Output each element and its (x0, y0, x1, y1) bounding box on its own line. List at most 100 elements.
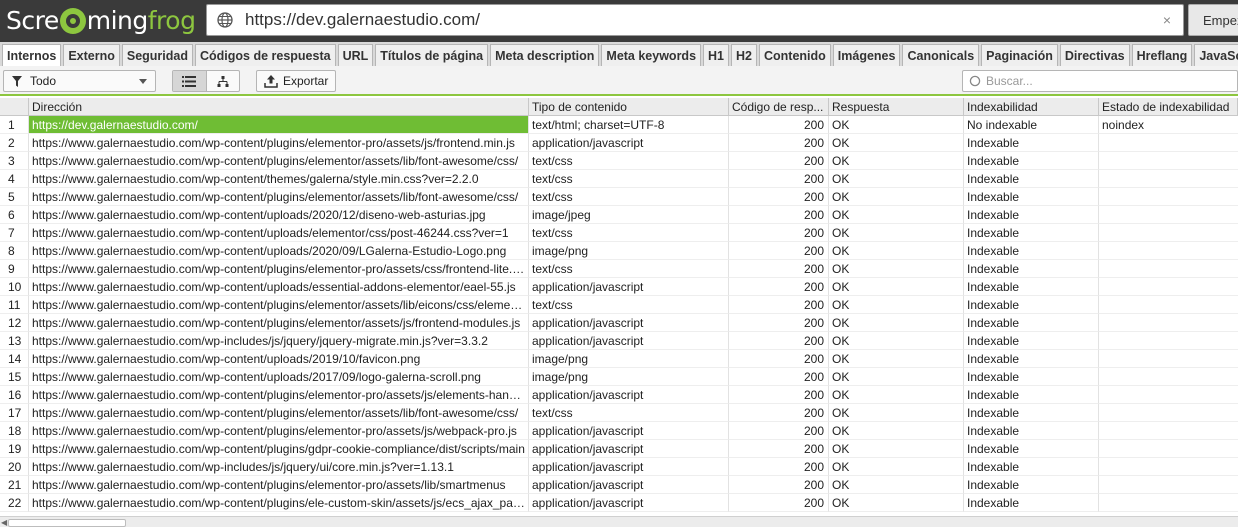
export-label: Exportar (283, 74, 329, 88)
chevron-down-icon (139, 79, 147, 84)
cell-status-code: 200 (729, 386, 829, 404)
column-header-status-code[interactable]: Código de resp... (729, 98, 829, 116)
table-row[interactable]: 5 https://www.galernaestudio.com/wp-conte… (0, 188, 1238, 206)
cell-indexability-status (1099, 206, 1238, 224)
cell-indexability: Indexable (964, 260, 1099, 278)
column-header-content-type[interactable]: Tipo de contenido (529, 98, 729, 116)
scrollbar-thumb[interactable] (8, 519, 126, 527)
tab-hreflang[interactable]: Hreflang (1131, 44, 1193, 66)
list-icon (182, 75, 197, 87)
column-header-indexability[interactable]: Indexabilidad (964, 98, 1099, 116)
tab-meta-keywords[interactable]: Meta keywords (601, 44, 702, 66)
tab-directivas[interactable]: Directivas (1059, 44, 1130, 66)
tab-códigos-de-respuesta[interactable]: Códigos de respuesta (194, 44, 336, 66)
export-button[interactable]: Exportar (256, 70, 336, 92)
list-view-button[interactable] (173, 71, 207, 91)
url-input[interactable]: https://dev.galernaestudio.com/ (245, 10, 1157, 30)
tab-paginación[interactable]: Paginación (981, 44, 1058, 66)
horizontal-scrollbar[interactable]: ◀ (0, 516, 1238, 527)
cell-status-code: 200 (729, 260, 829, 278)
cell-status-code: 200 (729, 224, 829, 242)
table-row[interactable]: 8 https://www.galernaestudio.com/wp-conte… (0, 242, 1238, 260)
tree-view-button[interactable] (207, 71, 240, 91)
table-row[interactable]: 1 https://dev.galernaestudio.com/text/htm… (0, 116, 1238, 134)
table-row[interactable]: 14 https://www.galernaestudio.com/wp-cont… (0, 350, 1238, 368)
cell-content-type: text/css (529, 152, 729, 170)
funnel-icon (12, 75, 22, 87)
results-table: Dirección Tipo de contenido Código de resp… (0, 98, 1238, 516)
tab-imágenes[interactable]: Imágenes (832, 44, 901, 66)
toolbar: Todo Exportar (0, 66, 1238, 96)
cell-indexability: Indexable (964, 242, 1099, 260)
table-row[interactable]: 20 https://www.galernaestudio.com/wp-incl… (0, 458, 1238, 476)
cell-indexability-status (1099, 332, 1238, 350)
cell-status: OK (829, 440, 964, 458)
column-header-address[interactable]: Dirección (29, 98, 529, 116)
frog-eye-icon (59, 8, 86, 34)
cell-status-code: 200 (729, 368, 829, 386)
cell-status-code: 200 (729, 134, 829, 152)
table-row[interactable]: 10 https://www.galernaestudio.com/wp-cont… (0, 278, 1238, 296)
cell-content-type: text/css (529, 404, 729, 422)
table-row[interactable]: 13 https://www.galernaestudio.com/wp-incl… (0, 332, 1238, 350)
tab-h2[interactable]: H2 (731, 44, 757, 66)
tab-url[interactable]: URL (337, 44, 374, 66)
url-bar[interactable]: https://dev.galernaestudio.com/ × (206, 4, 1184, 36)
cell-indexability: Indexable (964, 152, 1099, 170)
filter-dropdown[interactable]: Todo (3, 70, 156, 92)
cell-indexability-status (1099, 314, 1238, 332)
start-button[interactable]: Empezar (1188, 4, 1238, 36)
cell-indexability-status (1099, 278, 1238, 296)
table-row[interactable]: 16 https://www.galernaestudio.com/wp-cont… (0, 386, 1238, 404)
table-row[interactable]: 6 https://www.galernaestudio.com/wp-conte… (0, 206, 1238, 224)
table-row[interactable]: 17 https://www.galernaestudio.com/wp-cont… (0, 404, 1238, 422)
search-input[interactable] (986, 74, 1226, 88)
cell-indexability: Indexable (964, 296, 1099, 314)
table-row[interactable]: 11 https://www.galernaestudio.com/wp-cont… (0, 296, 1238, 314)
column-header-status[interactable]: Respuesta (829, 98, 964, 116)
column-header-indexability-status[interactable]: Estado de indexabilidad (1099, 98, 1238, 116)
cell-address: https://www.galernaestudio.com/wp-includ… (29, 458, 529, 476)
cell-status: OK (829, 224, 964, 242)
tab-títulos-de-página[interactable]: Títulos de página (375, 44, 489, 66)
table-row[interactable]: 2 https://www.galernaestudio.com/wp-conte… (0, 134, 1238, 152)
cell-status-code: 200 (729, 242, 829, 260)
cell-indexability-status (1099, 404, 1238, 422)
column-header-row-number[interactable] (0, 98, 29, 116)
table-row[interactable]: 4 https://www.galernaestudio.com/wp-conte… (0, 170, 1238, 188)
tab-canonicals[interactable]: Canonicals (902, 44, 980, 66)
tab-meta-description[interactable]: Meta description (490, 44, 600, 66)
table-row[interactable]: 21 https://www.galernaestudio.com/wp-cont… (0, 476, 1238, 494)
search-box[interactable] (962, 70, 1238, 92)
table-row[interactable]: 12 https://www.galernaestudio.com/wp-cont… (0, 314, 1238, 332)
tab-contenido[interactable]: Contenido (759, 44, 831, 66)
table-row[interactable]: 15 https://www.galernaestudio.com/wp-cont… (0, 368, 1238, 386)
table-row[interactable]: 19 https://www.galernaestudio.com/wp-cont… (0, 440, 1238, 458)
tab-javascript[interactable]: JavaScript (1194, 44, 1238, 66)
table-row[interactable]: 18 https://www.galernaestudio.com/wp-cont… (0, 422, 1238, 440)
clear-url-icon[interactable]: × (1157, 12, 1177, 28)
cell-status-code: 200 (729, 476, 829, 494)
tab-internos[interactable]: Internos (2, 44, 62, 66)
cell-row-number: 1 (0, 116, 29, 134)
tab-seguridad[interactable]: Seguridad (121, 44, 193, 66)
cell-content-type: application/javascript (529, 440, 729, 458)
cell-status-code: 200 (729, 458, 829, 476)
scroll-left-icon[interactable]: ◀ (1, 518, 7, 527)
cell-indexability: Indexable (964, 350, 1099, 368)
cell-indexability: Indexable (964, 134, 1099, 152)
cell-indexability-status (1099, 476, 1238, 494)
cell-indexability-status (1099, 368, 1238, 386)
table-row[interactable]: 9 https://www.galernaestudio.com/wp-conte… (0, 260, 1238, 278)
tab-externo[interactable]: Externo (63, 44, 120, 66)
table-row[interactable]: 7 https://www.galernaestudio.com/wp-conte… (0, 224, 1238, 242)
table-row[interactable]: 22 https://www.galernaestudio.com/wp-cont… (0, 494, 1238, 512)
cell-status-code: 200 (729, 422, 829, 440)
table-row[interactable]: 3 https://www.galernaestudio.com/wp-conte… (0, 152, 1238, 170)
cell-indexability: Indexable (964, 224, 1099, 242)
tab-h1[interactable]: H1 (703, 44, 730, 66)
cell-status-code: 200 (729, 188, 829, 206)
cell-status-code: 200 (729, 296, 829, 314)
cell-indexability-status (1099, 260, 1238, 278)
cell-status: OK (829, 188, 964, 206)
